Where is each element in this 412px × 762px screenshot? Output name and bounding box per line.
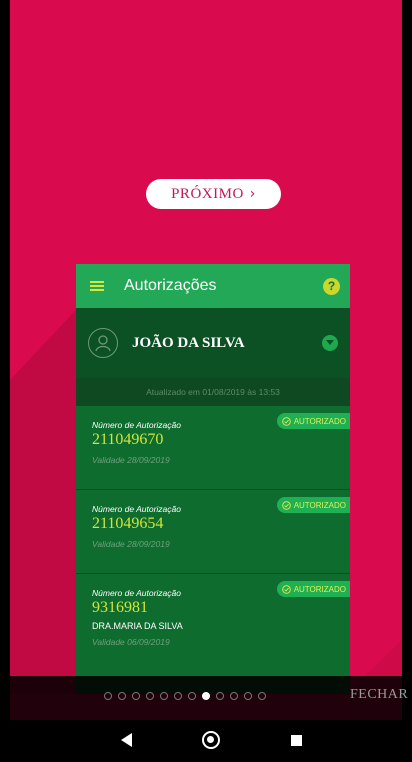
check-circle-icon: [281, 416, 291, 426]
page-dot[interactable]: [188, 692, 196, 700]
page-dot[interactable]: [118, 692, 126, 700]
avatar: [88, 328, 118, 358]
authorization-item[interactable]: Número de Autorização 9316981 DRA.MARIA …: [76, 574, 350, 678]
authorization-number: 9316981: [92, 599, 148, 616]
system-navigation-bar: [0, 720, 412, 762]
page-dot[interactable]: [104, 692, 112, 700]
check-circle-icon: [281, 584, 291, 594]
authorization-number: 211049654: [92, 515, 164, 532]
user-selector[interactable]: JOÃO DA SILVA: [76, 308, 350, 378]
user-name: JOÃO DA SILVA: [132, 334, 245, 351]
app-preview: Autorizações ? JOÃO DA SILVA Atualizado …: [76, 264, 350, 694]
page-dot[interactable]: [160, 692, 168, 700]
authorization-number: 211049670: [92, 431, 164, 448]
onboarding-screen: PRÓXIMO › Autorizações ? JOÃO DA SILVA A…: [10, 0, 402, 762]
app-title: Autorizações: [124, 277, 217, 294]
home-icon[interactable]: [202, 731, 220, 749]
status-badge-label: AUTORIZADO: [293, 416, 346, 426]
help-icon[interactable]: ?: [323, 277, 340, 295]
chevron-right-icon: ›: [249, 186, 256, 202]
close-button[interactable]: FECHAR: [350, 687, 408, 703]
authorization-validity: Validade 28/09/2019: [92, 539, 170, 549]
page-dot[interactable]: [174, 692, 182, 700]
page-dot[interactable]: [146, 692, 154, 700]
page-dot[interactable]: [230, 692, 238, 700]
onboarding-pager: FECHAR: [0, 676, 412, 720]
chevron-down-icon[interactable]: [322, 335, 338, 351]
check-circle-icon: [281, 500, 291, 510]
recent-apps-icon[interactable]: [291, 735, 302, 746]
app-bar: Autorizações ?: [76, 264, 350, 308]
status-badge: AUTORIZADO: [276, 497, 350, 513]
status-badge-label: AUTORIZADO: [293, 500, 346, 510]
status-badge: AUTORIZADO: [276, 581, 350, 597]
page-dot[interactable]: [202, 692, 210, 700]
page-dot[interactable]: [258, 692, 266, 700]
page-indicator: [104, 692, 266, 704]
page-dot[interactable]: [244, 692, 252, 700]
menu-icon[interactable]: [90, 281, 104, 291]
status-badge-label: AUTORIZADO: [293, 584, 346, 594]
next-button-label: PRÓXIMO: [171, 185, 244, 202]
authorization-validity: Validade 28/09/2019: [92, 455, 170, 465]
authorization-validity: Validade 06/09/2019: [92, 637, 170, 647]
status-badge: AUTORIZADO: [276, 413, 350, 429]
authorization-item[interactable]: Número de Autorização 211049654 Validade…: [76, 490, 350, 574]
authorization-doctor: DRA.MARIA DA SILVA: [92, 621, 183, 631]
user-icon: [95, 335, 111, 352]
page-dot[interactable]: [216, 692, 224, 700]
last-updated: Atualizado em 01/08/2019 às 13:53: [76, 378, 350, 406]
back-icon[interactable]: [121, 733, 133, 747]
authorization-item[interactable]: Número de Autorização 211049670 Validade…: [76, 406, 350, 490]
next-button[interactable]: PRÓXIMO ›: [146, 179, 281, 209]
page-dot[interactable]: [132, 692, 140, 700]
